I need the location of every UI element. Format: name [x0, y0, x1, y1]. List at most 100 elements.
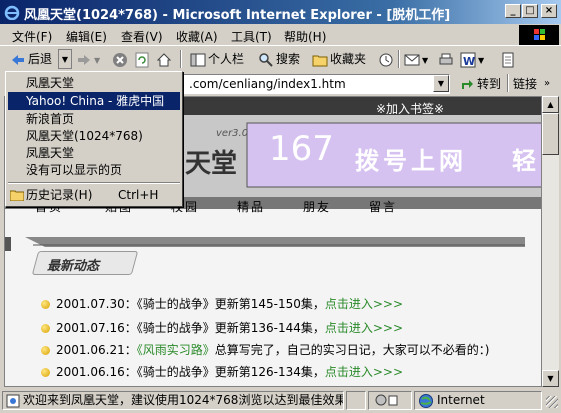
forward-button[interactable]: ▼	[76, 49, 100, 69]
menu-file[interactable]: 文件(F)	[12, 28, 52, 45]
news-title[interactable]: 《风雨实习路》	[137, 343, 215, 357]
globe-icon	[419, 394, 433, 408]
minimize-button[interactable]: _	[505, 4, 521, 18]
bullet-icon	[41, 300, 50, 309]
window-title: 风凰天堂(1024*768) - Microsoft Internet Expl…	[24, 8, 451, 23]
toolbar-separator	[398, 50, 400, 68]
vertical-scrollbar[interactable]: ▲ ▼	[542, 96, 559, 387]
go-button[interactable]: 转到	[459, 74, 501, 94]
nav-featured[interactable]: 精品	[237, 198, 265, 214]
history-item[interactable]: 凤凰天堂	[8, 74, 180, 92]
mail-icon	[404, 54, 420, 65]
stop-icon	[113, 52, 127, 67]
back-dropdown-button[interactable]: ▼	[58, 49, 72, 69]
search-label: 搜索	[276, 52, 301, 66]
links-more-icon[interactable]: »	[544, 74, 550, 94]
news-text: 更新第145-150集，	[214, 297, 325, 311]
title-bar[interactable]: 风凰天堂(1024*768) - Microsoft Internet Expl…	[0, 0, 561, 24]
news-date: 2001.06.21：	[56, 343, 137, 357]
links-button[interactable]: 链接	[513, 74, 537, 94]
bullet-icon	[41, 324, 50, 333]
section-title: 最新动态	[47, 259, 100, 274]
history-item[interactable]: 凤凰天堂	[8, 144, 180, 162]
news-text: 更新第126-134集，	[214, 365, 325, 379]
news-title: 《骑士的战争》	[136, 365, 215, 379]
back-button[interactable]: 后退	[10, 49, 52, 69]
history-globe-icon	[379, 53, 393, 66]
logo-text: 天堂	[185, 149, 238, 179]
page-icon	[6, 394, 20, 408]
go-arrow-icon	[462, 79, 473, 89]
news-item: 2001.06.16：《骑士的战争》更新第126-134集，点击进入>>>	[41, 363, 403, 380]
news-text: 总算写完了，自己的实习日记，大家可以不必看的：)	[214, 343, 490, 357]
standard-toolbar: 后退 ▼ ▼ 个人栏 搜索 收藏夹 ▼ W ▼	[0, 47, 561, 71]
mail-button[interactable]: ▼	[404, 49, 428, 69]
stop-button[interactable]	[112, 49, 130, 69]
favorites-label: 收藏夹	[330, 52, 367, 66]
ie-logo-icon	[4, 5, 20, 20]
news-date: 2001.06.16：	[56, 365, 137, 379]
maximize-button[interactable]: □	[522, 4, 538, 18]
menu-separator	[8, 182, 180, 184]
nav-friends[interactable]: 朋友	[303, 198, 331, 214]
forward-arrow-icon	[78, 54, 90, 65]
resize-grip[interactable]	[546, 396, 558, 408]
panel-icon	[190, 53, 206, 66]
news-title: 《骑士的战争》	[136, 321, 215, 335]
zone-status: Internet	[414, 391, 542, 410]
menu-tools[interactable]: 工具(T)	[231, 28, 272, 45]
news-item: 2001.07.16：《骑士的战争》更新第136-144集，点击进入>>>	[41, 319, 403, 336]
history-item[interactable]: 风凰天堂(1024*768)	[8, 127, 180, 145]
scroll-up-button[interactable]: ▲	[542, 96, 559, 113]
history-button[interactable]	[378, 49, 396, 69]
address-input[interactable]: .com/cenliang/index1.htm	[180, 74, 450, 94]
menu-edit[interactable]: 编辑(E)	[66, 28, 107, 45]
links-panel-button[interactable]: 个人栏	[190, 49, 244, 69]
banner-text-cut: 轻	[512, 147, 536, 175]
edit-button[interactable]: W ▼	[460, 49, 484, 69]
refresh-button[interactable]	[134, 49, 152, 69]
menu-view[interactable]: 查看(V)	[121, 28, 163, 45]
discuss-button[interactable]	[500, 49, 518, 69]
scroll-down-button[interactable]: ▼	[542, 370, 559, 387]
print-button[interactable]	[438, 49, 456, 69]
back-label: 后退	[28, 52, 53, 66]
refresh-icon	[135, 52, 149, 67]
scroll-thumb[interactable]	[542, 113, 559, 155]
history-item[interactable]: 没有可以显示的页	[8, 161, 180, 179]
news-link[interactable]: 点击进入>>>	[325, 297, 403, 311]
links-panel-label: 个人栏	[208, 52, 245, 66]
bookmark-link[interactable]: ※加入书签※	[376, 100, 444, 117]
nav-guestbook[interactable]: 留言	[369, 198, 397, 214]
news-date: 2001.07.16：	[56, 321, 137, 335]
address-dropdown-button[interactable]: ▼	[433, 75, 449, 92]
menu-help[interactable]: 帮助(H)	[284, 28, 326, 45]
status-bar: 欢迎来到凤凰天堂，建议使用1024*768浏览以达到最佳效果! Internet	[0, 388, 561, 413]
banner-number: 167	[269, 129, 334, 169]
home-button[interactable]	[156, 49, 174, 69]
search-icon	[259, 52, 273, 67]
back-history-menu: 凤凰天堂 Yahoo! China - 雅虎中国 新浪首页 风凰天堂(1024*…	[5, 71, 183, 207]
history-command[interactable]: 历史记录(H) Ctrl+H	[8, 186, 180, 204]
offline-status	[368, 391, 412, 410]
windows-logo-icon	[519, 25, 559, 45]
bullet-icon	[41, 346, 50, 355]
security-status	[346, 391, 366, 410]
menu-favorites[interactable]: 收藏(A)	[176, 28, 218, 45]
go-label: 转到	[477, 77, 502, 91]
document-icon	[502, 52, 514, 67]
search-button[interactable]: 搜索	[258, 49, 300, 69]
news-item: 2001.06.21：《风雨实习路》总算写完了，自己的实习日记，大家可以不必看的…	[41, 341, 489, 358]
history-shortcut: Ctrl+H	[118, 188, 159, 202]
close-button[interactable]: ×	[541, 4, 557, 18]
news-link[interactable]: 点击进入>>>	[325, 365, 403, 379]
toolbar-separator	[180, 50, 182, 68]
news-text: 更新第136-144集，	[214, 321, 325, 335]
history-item[interactable]: 新浪首页	[8, 110, 180, 128]
history-item-selected[interactable]: Yahoo! China - 雅虎中国	[8, 92, 180, 110]
news-title: 《骑士的战争》	[136, 297, 215, 311]
svg-text:W: W	[463, 55, 475, 68]
word-icon: W	[460, 52, 476, 68]
favorites-button[interactable]: 收藏夹	[312, 49, 366, 69]
news-link[interactable]: 点击进入>>>	[325, 321, 403, 335]
